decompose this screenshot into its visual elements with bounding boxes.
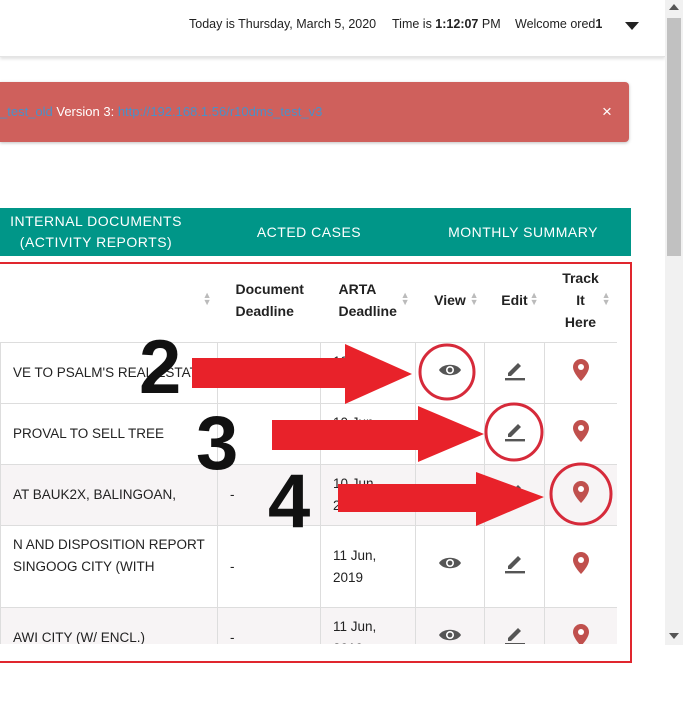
pencil-icon[interactable]: [503, 480, 527, 511]
doc-deadline-cell: -: [217, 607, 321, 644]
sort-icon[interactable]: ▲ ▼: [203, 291, 212, 307]
tab-bar: INTERNAL DOCUMENTS (ACTIVITY REPORTS) ACT…: [0, 208, 631, 256]
edit-cell: [484, 403, 545, 465]
doc-deadline-cell: [217, 403, 321, 465]
map-pin-icon[interactable]: [572, 419, 589, 449]
eye-icon[interactable]: [438, 423, 462, 446]
doc-deadline-header[interactable]: Document Deadline: [218, 258, 321, 343]
table-row: N AND DISPOSITION REPORT SINGOOG CITY (WI…: [0, 525, 617, 608]
map-pin-icon[interactable]: [572, 623, 589, 644]
arta-deadline-cell: 11 Jun,2019: [320, 525, 416, 608]
track-header[interactable]: Track It Here ▲ ▼: [545, 258, 617, 343]
map-pin-icon[interactable]: [572, 358, 589, 388]
subject-header[interactable]: ▲ ▼: [1, 258, 218, 343]
eye-icon[interactable]: [438, 627, 462, 644]
table-row: PROVAL TO SELL TREE 10 Jun, 2019: [0, 403, 617, 465]
eye-icon[interactable]: [438, 362, 462, 385]
sort-icon[interactable]: ▲ ▼: [401, 291, 410, 307]
current-time: Time is 1:12:07 PM: [392, 17, 501, 31]
pencil-icon[interactable]: [503, 623, 527, 644]
alert-text: _test_old Version 3: http://192.168.1.56…: [0, 104, 323, 119]
arta-deadline-cell: 10 Jun, 2019: [320, 342, 416, 404]
old-version-link[interactable]: _test_old: [0, 104, 53, 119]
chevron-down-icon[interactable]: [625, 22, 639, 30]
pencil-icon[interactable]: [503, 551, 527, 582]
subject-cell: PROVAL TO SELL TREE: [0, 403, 218, 465]
table-row: AT BAUK2X, BALINGOAN, - 10 Jun, 2019: [0, 464, 617, 526]
sort-icon[interactable]: ▲ ▼: [530, 291, 539, 307]
view-header[interactable]: View ▲ ▼: [416, 258, 485, 343]
doc-deadline-cell: [217, 342, 321, 404]
map-pin-icon[interactable]: [572, 552, 589, 581]
doc-deadline-cell: -: [217, 525, 321, 608]
track-cell: [544, 403, 617, 465]
view-cell: [415, 525, 485, 608]
arta-deadline-cell: 10 Jun, 2019: [320, 403, 416, 465]
table-row: VE TO PSALM'S REAL ESTATE 10 Jun, 2019: [0, 342, 617, 404]
eye-icon[interactable]: [438, 484, 462, 507]
version3-link[interactable]: http://192.168.1.56/r10dms_test_v3: [118, 104, 323, 119]
documents-table: ▲ ▼ Document Deadline ARTA Deadline ▲ ▼ View ▲…: [0, 258, 617, 644]
subject-cell: AT BAUK2X, BALINGOAN,: [0, 464, 218, 526]
view-cell: [415, 342, 485, 404]
subject-cell: VE TO PSALM'S REAL ESTATE: [0, 342, 218, 404]
edit-cell: [484, 607, 545, 644]
view-cell: [415, 607, 485, 644]
version-alert: _test_old Version 3: http://192.168.1.56…: [0, 82, 629, 142]
tab-monthly-summary[interactable]: MONTHLY SUMMARY: [430, 208, 616, 256]
current-date: Today is Thursday, March 5, 2020: [189, 17, 377, 31]
view-cell: [415, 464, 485, 526]
tab-internal-documents[interactable]: INTERNAL DOCUMENTS (ACTIVITY REPORTS): [0, 208, 192, 256]
edit-cell: [484, 525, 545, 608]
track-cell: [544, 525, 617, 608]
arta-deadline-header[interactable]: ARTA Deadline ▲ ▼: [321, 258, 416, 343]
arta-deadline-cell: 11 Jun,2019: [320, 607, 416, 644]
edit-cell: [484, 464, 545, 526]
subject-cell: AWI CITY (W/ ENCL.): [0, 607, 218, 644]
scrollbar-thumb[interactable]: [667, 18, 681, 256]
track-cell: [544, 464, 617, 526]
welcome-user[interactable]: Welcome ored1: [515, 17, 602, 31]
edit-cell: [484, 342, 545, 404]
eye-icon[interactable]: [438, 555, 462, 578]
doc-deadline-cell: -: [217, 464, 321, 526]
table-header-row: ▲ ▼ Document Deadline ARTA Deadline ▲ ▼ View ▲…: [1, 258, 617, 343]
close-icon[interactable]: ×: [602, 102, 612, 122]
track-cell: [544, 607, 617, 644]
table-row: AWI CITY (W/ ENCL.) - 11 Jun,2019: [0, 607, 617, 644]
scroll-up-icon[interactable]: [669, 4, 679, 10]
map-pin-icon[interactable]: [572, 480, 589, 510]
sort-icon[interactable]: ▲ ▼: [470, 291, 479, 307]
pencil-icon[interactable]: [503, 358, 527, 389]
tab-acted-cases[interactable]: ACTED CASES: [218, 208, 400, 256]
track-cell: [544, 342, 617, 404]
documents-table-container: ▲ ▼ Document Deadline ARTA Deadline ▲ ▼ View ▲…: [0, 258, 632, 644]
top-bar: Today is Thursday, March 5, 2020 Time is…: [0, 0, 665, 57]
scroll-down-icon[interactable]: [669, 633, 679, 639]
subject-cell: N AND DISPOSITION REPORT SINGOOG CITY (WI…: [0, 525, 218, 608]
pencil-icon[interactable]: [503, 419, 527, 450]
edit-header[interactable]: Edit ▲ ▼: [485, 258, 545, 343]
view-cell: [415, 403, 485, 465]
page-scrollbar[interactable]: [665, 0, 683, 645]
sort-icon[interactable]: ▲ ▼: [602, 291, 611, 307]
arta-deadline-cell: 10 Jun, 2019: [320, 464, 416, 526]
